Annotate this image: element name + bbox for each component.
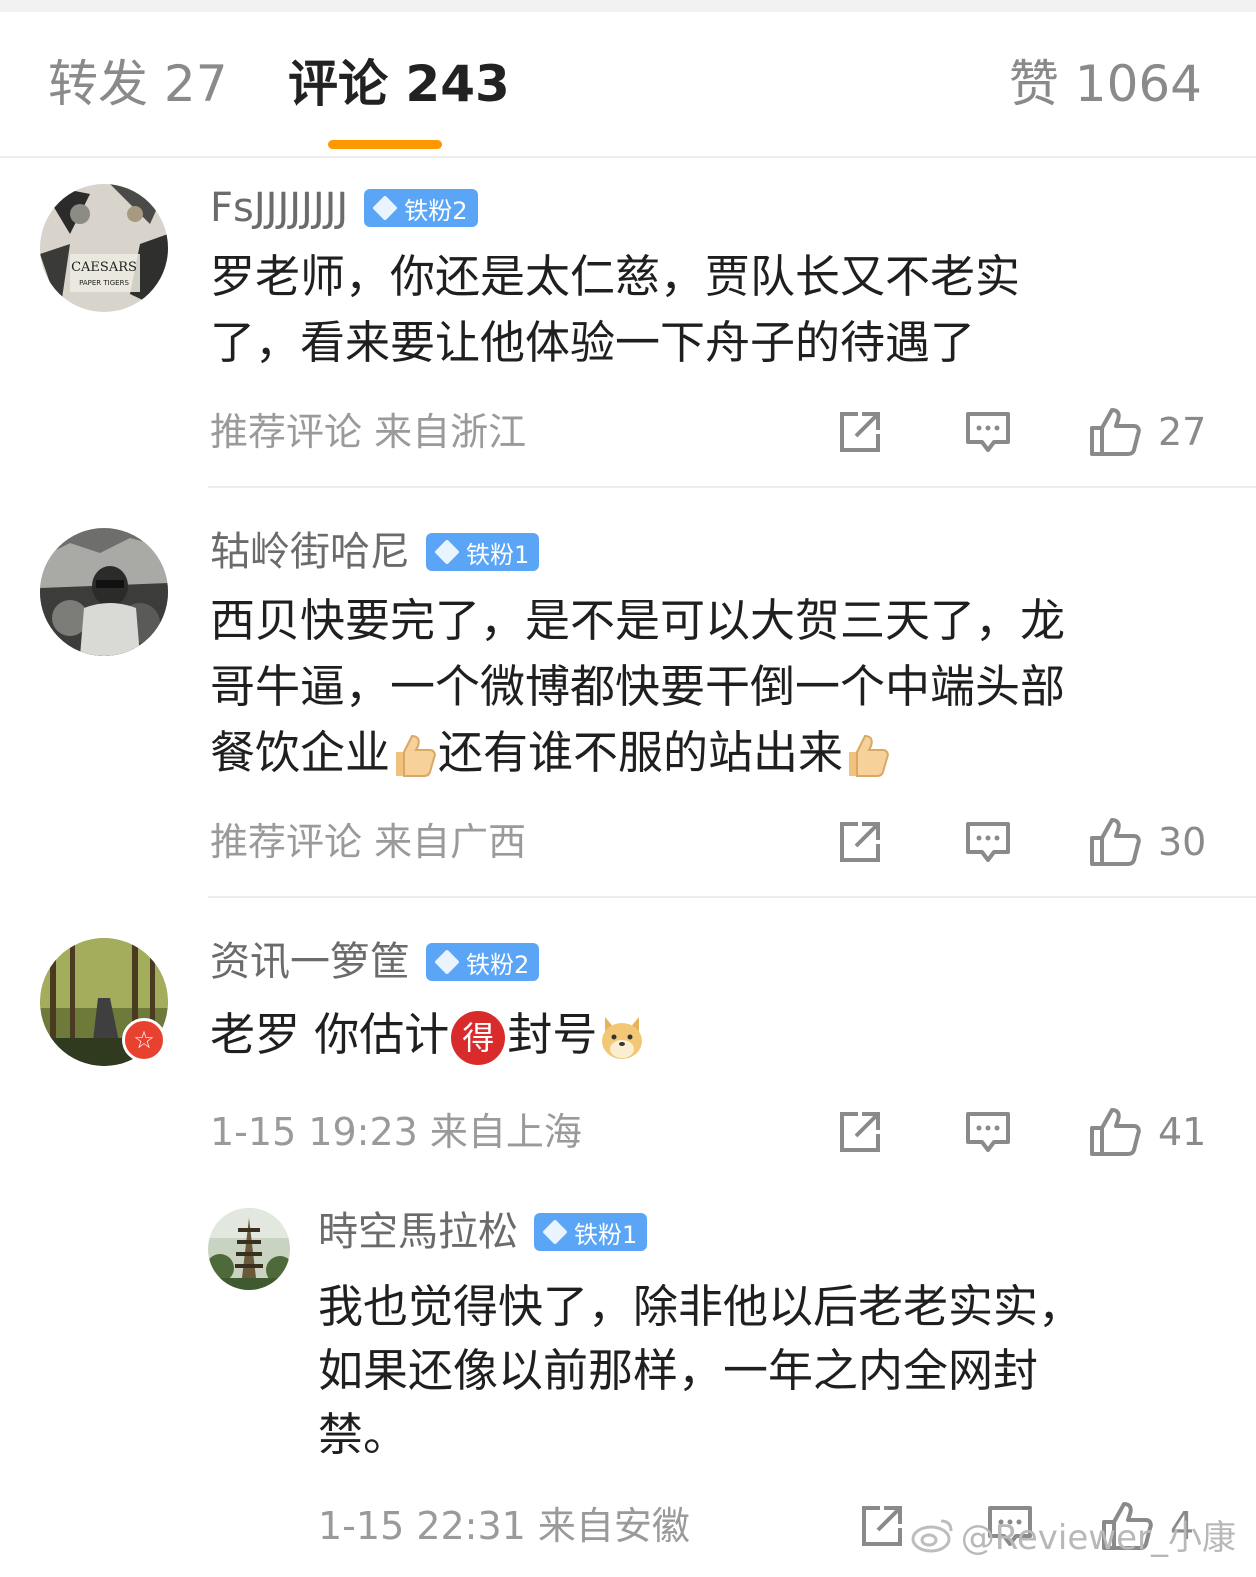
fan-badge[interactable]: 铁粉2	[426, 943, 540, 981]
fan-badge[interactable]: 铁粉1	[534, 1213, 648, 1251]
tab-repost[interactable]: 转发 27	[48, 52, 228, 116]
share-button[interactable]	[836, 1104, 884, 1160]
comment-icon	[966, 412, 1010, 452]
avatar-caesars-text: CAESARS	[71, 260, 137, 275]
badge-label: 铁粉1	[574, 1220, 638, 1249]
avatar[interactable]	[208, 1208, 290, 1290]
comment-line: 老罗 你估计得封号	[210, 1002, 647, 1068]
comment-text-part: 封号	[507, 1008, 598, 1061]
tab-likes[interactable]: 赞 1064	[1009, 52, 1202, 116]
like-count: 27	[1158, 410, 1207, 454]
comment-line: 如果还像以前那样，一年之内全网封	[318, 1344, 1039, 1397]
username[interactable]: 轱岭街哈尼	[210, 528, 410, 576]
comment-line: 餐饮企业 还有谁不服的站出来	[210, 720, 891, 786]
like-button[interactable]: 27	[1088, 404, 1206, 460]
comment-text-part: 老罗 你估计	[210, 1008, 450, 1061]
comment-icon	[966, 1112, 1010, 1152]
avatar-tigers-text: PAPER TIGERS	[79, 279, 129, 287]
share-button[interactable]	[836, 404, 884, 460]
comment-line: 西贝快要完了，是不是可以大贺三天了，龙	[210, 594, 1066, 647]
top-strip	[0, 0, 1256, 12]
tab-bar: 转发 27 评论 243 赞 1064	[0, 12, 1256, 158]
comment-item: CAESARS PAPER TIGERS FsJJJJJJJJ 铁粉2 罗老师，…	[0, 158, 1256, 488]
weibo-logo-icon	[911, 1519, 953, 1552]
action-bar: 27	[836, 404, 1208, 460]
verified-badge-icon: ☆	[122, 1018, 166, 1062]
fan-badge[interactable]: 铁粉1	[426, 533, 540, 571]
comment-icon	[966, 822, 1010, 862]
reply-button[interactable]	[964, 1104, 1012, 1160]
like-count: 30	[1158, 820, 1207, 864]
share-icon	[840, 412, 880, 452]
avatar[interactable]: ☆	[40, 938, 168, 1066]
action-bar: 30	[836, 814, 1208, 870]
share-icon	[840, 1112, 880, 1152]
name-row: FsJJJJJJJJ 铁粉2	[210, 184, 478, 232]
comment-line: 了，看来要让他体验一下舟子的待遇了	[210, 316, 976, 369]
doge-emoji-icon	[602, 1017, 643, 1059]
like-button[interactable]: 41	[1088, 1104, 1206, 1160]
comment-meta: 1-15 22:31 来自安徽	[318, 1504, 690, 1548]
comment-meta: 推荐评论 来自浙江	[210, 410, 527, 454]
share-button[interactable]	[858, 1498, 906, 1554]
comment-line: 禁。	[318, 1408, 409, 1461]
diamond-icon	[434, 949, 460, 975]
comment-text-part: 餐饮企业	[210, 726, 391, 779]
tab-comments[interactable]: 评论 243	[288, 52, 510, 116]
like-count: 41	[1158, 1110, 1207, 1154]
watermark: @Reviewer_小康	[911, 1510, 1236, 1559]
diamond-icon	[434, 539, 460, 565]
comment-meta: 推荐评论 来自广西	[210, 820, 527, 864]
thumbs-up-icon	[1090, 818, 1141, 866]
fan-badge[interactable]: 铁粉2	[364, 189, 478, 227]
de-emoji-icon: 得	[451, 1011, 506, 1065]
comment-text-part: 还有谁不服的站出来	[438, 726, 844, 779]
watermark-text: @Reviewer_小康	[960, 1518, 1236, 1558]
name-row: 轱岭街哈尼 铁粉1	[210, 528, 540, 576]
username[interactable]: 時空馬拉松	[318, 1208, 518, 1256]
comment-item: ☆ 资讯一箩筐 铁粉2 老罗 你估计得封号 1-15 19:23 来自上海 41	[0, 898, 1256, 1198]
name-row: 時空馬拉松 铁粉1	[318, 1208, 648, 1256]
comment-meta: 1-15 19:23 来自上海	[210, 1110, 582, 1154]
name-row: 资讯一箩筐 铁粉2	[210, 938, 540, 986]
diamond-icon	[542, 1219, 568, 1245]
share-icon	[840, 822, 880, 862]
badge-label: 铁粉1	[466, 540, 530, 569]
comment-line: 我也觉得快了，除非他以后老老实实，	[318, 1280, 1084, 1333]
comment-item: 轱岭街哈尼 铁粉1 西贝快要完了，是不是可以大贺三天了，龙 哥牛逼，一个微博都快…	[0, 488, 1256, 898]
username[interactable]: FsJJJJJJJJ	[210, 184, 348, 232]
thumbs-up-icon	[1090, 408, 1141, 456]
thumbs-up-emoji-icon	[396, 734, 436, 777]
avatar[interactable]	[40, 528, 168, 656]
diamond-icon	[372, 195, 398, 221]
badge-label: 铁粉2	[466, 950, 530, 979]
thumbs-up-emoji-icon	[849, 734, 889, 777]
share-icon	[862, 1506, 902, 1546]
like-button[interactable]: 30	[1088, 814, 1206, 870]
reply-button[interactable]	[964, 814, 1012, 870]
username[interactable]: 资讯一箩筐	[210, 938, 410, 986]
thumbs-up-icon	[1090, 1108, 1141, 1156]
badge-label: 铁粉2	[404, 196, 468, 225]
avatar[interactable]: CAESARS PAPER TIGERS	[40, 184, 168, 312]
comment-line: 哥牛逼，一个微博都快要干倒一个中端头部	[210, 660, 1066, 713]
active-tab-indicator	[328, 140, 442, 149]
reply-button[interactable]	[964, 404, 1012, 460]
action-bar: 41	[836, 1104, 1208, 1160]
comment-line: 罗老师，你还是太仁慈，贾队长又不老实	[210, 250, 1021, 303]
share-button[interactable]	[836, 814, 884, 870]
